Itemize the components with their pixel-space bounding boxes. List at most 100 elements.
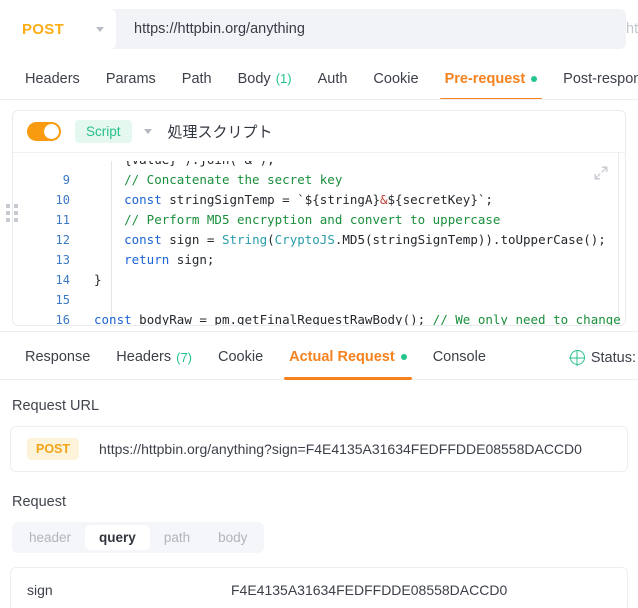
code-token: const bbox=[124, 232, 162, 247]
request-tab-headers[interactable]: Headers bbox=[12, 58, 93, 99]
tab-label: Params bbox=[105, 70, 156, 87]
tab-label: Headers bbox=[116, 349, 172, 366]
code-token: // We only need to change bbox=[432, 312, 621, 325]
request-section-label: Request bbox=[12, 493, 67, 510]
code-token: ( bbox=[267, 232, 275, 247]
tab-label: Cookie bbox=[373, 70, 419, 87]
response-tab-console[interactable]: Console bbox=[420, 336, 499, 379]
code-line[interactable]: 15 bbox=[41, 290, 625, 310]
request-url-card: POST https://httpbin.org/anything?sign=F… bbox=[10, 425, 628, 472]
request-tab-auth[interactable]: Auth bbox=[305, 58, 361, 99]
code-text: // Perform MD5 encryption and convert to… bbox=[83, 210, 500, 230]
response-tab-actual-request[interactable]: Actual Request bbox=[276, 336, 420, 380]
status-label: Status: bbox=[590, 349, 636, 366]
code-line[interactable]: 14} bbox=[41, 270, 625, 290]
line-number: 13 bbox=[55, 253, 70, 267]
request-tab-path[interactable]: Path bbox=[169, 58, 225, 99]
code-text: } bbox=[83, 270, 102, 290]
resolved-url-text: https://httpbin.org/anything?sign=F4E413… bbox=[99, 440, 582, 457]
line-number: 9 bbox=[62, 173, 70, 187]
code-text: const sign = String(CryptoJS.MD5(stringS… bbox=[83, 230, 606, 250]
line-number: 10 bbox=[55, 193, 70, 207]
code-lines[interactable]: {value}`).join('&'); 9 // Concatenate th… bbox=[41, 161, 625, 325]
line-number: 11 bbox=[55, 213, 70, 227]
code-line[interactable]: 10 const stringSignTemp = `${stringA}&${… bbox=[41, 190, 625, 210]
request-tab-cookie[interactable]: Cookie bbox=[360, 58, 431, 99]
tab-label: Cookie bbox=[218, 349, 264, 366]
chevron-down-icon bbox=[96, 26, 104, 32]
tab-label: Response bbox=[25, 349, 91, 366]
code-token: const bbox=[94, 312, 132, 325]
tab-count-badge: (7) bbox=[176, 349, 192, 365]
method-badge: POST bbox=[27, 437, 80, 460]
panel-splitter[interactable] bbox=[0, 325, 638, 336]
api-client-window: POST https://httpbin.org/anything ht Hea… bbox=[0, 0, 638, 608]
request-tab-body[interactable]: Body (1) bbox=[225, 58, 305, 99]
code-line[interactable]: 11 // Perform MD5 encryption and convert… bbox=[41, 210, 625, 230]
script-card: Script 処理スクリプト {value}`).join('&'); 9 //… bbox=[12, 110, 626, 326]
response-tab-response[interactable]: Response bbox=[12, 336, 103, 379]
request-tab-params[interactable]: Params bbox=[93, 58, 169, 99]
code-text: const stringSignTemp = `${stringA}&${sec… bbox=[83, 190, 493, 210]
request-tab-post-response[interactable]: Post-response bbox=[550, 58, 638, 99]
toggle-knob bbox=[44, 124, 59, 139]
http-method-select[interactable]: POST bbox=[8, 9, 116, 49]
url-input[interactable]: https://httpbin.org/anything bbox=[116, 21, 626, 37]
url-bar: POST https://httpbin.org/anything ht bbox=[0, 0, 638, 58]
code-line[interactable]: 12 const sign = String(CryptoJS.MD5(stri… bbox=[41, 230, 625, 250]
tab-count-badge: (1) bbox=[275, 71, 292, 86]
code-token: & bbox=[380, 192, 388, 207]
chevron-down-icon[interactable] bbox=[143, 129, 152, 134]
code-line-clipped: {value}`).join('&'); bbox=[41, 161, 625, 170]
line-number: 16 bbox=[55, 313, 70, 325]
script-type-chip[interactable]: Script bbox=[75, 120, 132, 143]
tab-modified-dot bbox=[531, 75, 538, 82]
request-part-segmented-control: header query path body bbox=[12, 521, 265, 553]
url-input-group: POST https://httpbin.org/anything bbox=[8, 9, 626, 49]
code-line[interactable]: 13 return sign; bbox=[41, 250, 625, 270]
drag-dots-icon bbox=[6, 203, 18, 222]
request-tab-pre-request[interactable]: Pre-request bbox=[432, 58, 551, 99]
code-text: // Concatenate the secret key bbox=[83, 170, 342, 190]
segment-header[interactable]: header bbox=[15, 525, 85, 550]
http-method-label: POST bbox=[22, 20, 65, 38]
request-tabs: Headers Params Path Body (1) Auth Cookie Pre-re… bbox=[0, 58, 638, 100]
actual-request-content: Request URL POST https://httpbin.org/any… bbox=[0, 379, 638, 608]
code-token: CryptoJS bbox=[274, 232, 335, 247]
tab-label: Console bbox=[432, 349, 486, 366]
segment-body[interactable]: body bbox=[204, 525, 261, 550]
globe-icon bbox=[569, 350, 585, 366]
code-token: bodyRaw = pm.getFinalRequestRawBody(); bbox=[131, 312, 433, 325]
code-line[interactable]: 9 // Concatenate the secret key bbox=[41, 170, 625, 190]
code-token: String bbox=[221, 232, 268, 247]
segment-path[interactable]: path bbox=[150, 525, 204, 550]
expand-icon[interactable] bbox=[593, 165, 609, 181]
param-value: F4E4135A31634FEDFFDDE08558DACCD0 bbox=[231, 581, 508, 598]
code-token: stringSignTemp = `${stringA} bbox=[161, 192, 380, 207]
tab-label: Post-response bbox=[563, 70, 638, 87]
code-line[interactable]: 16 const bodyRaw = pm.getFinalRequestRawB… bbox=[41, 310, 625, 325]
status-indicator: Status: bbox=[569, 336, 638, 380]
code-text: return sign; bbox=[83, 250, 214, 270]
response-tab-cookie[interactable]: Cookie bbox=[205, 336, 276, 379]
panel-resize-handle[interactable] bbox=[0, 100, 24, 326]
code-text: {value}`).join('&'); bbox=[83, 161, 275, 170]
segment-query[interactable]: query bbox=[85, 524, 150, 550]
line-number: 15 bbox=[55, 293, 70, 307]
request-url-section-label: Request URL bbox=[12, 397, 100, 414]
script-enable-toggle[interactable] bbox=[27, 122, 61, 141]
code-token: // Perform MD5 encryption and convert to… bbox=[124, 212, 501, 227]
code-editor[interactable]: {value}`).join('&'); 9 // Concatenate th… bbox=[13, 153, 625, 325]
response-tab-headers[interactable]: Headers (7) bbox=[103, 336, 205, 379]
tab-label: Body bbox=[237, 70, 271, 87]
tab-label: Actual Request bbox=[289, 349, 395, 366]
script-title: 処理スクリプト bbox=[167, 124, 273, 141]
code-token: const bbox=[124, 192, 162, 207]
tab-label: Pre-request bbox=[444, 70, 526, 87]
code-token: .MD5(stringSignTemp)).toUpperCase(); bbox=[334, 232, 606, 247]
